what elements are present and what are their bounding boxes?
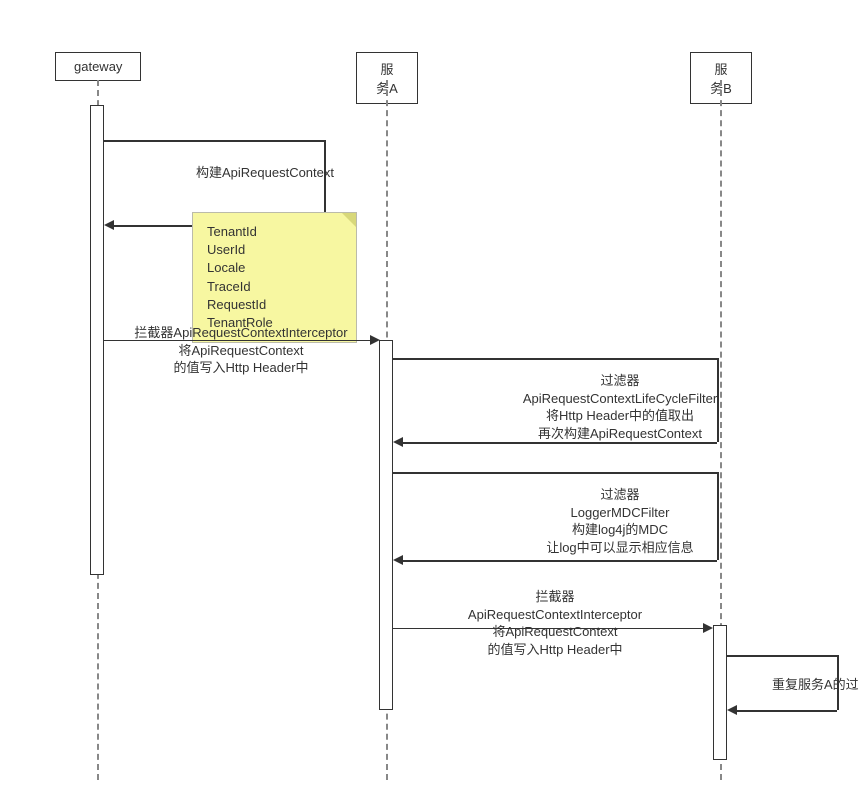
m2-line (104, 340, 370, 341)
sequence-diagram: gateway 服务A 服务B 构建ApiRequestContext Tena… (0, 0, 867, 803)
m1-arrow (104, 220, 114, 230)
m1-seg-top (104, 140, 324, 142)
note-line-3: Locale (207, 259, 342, 277)
participant-gateway-label: gateway (74, 59, 122, 74)
m5-label: 拦截器 ApiRequestContextInterceptor 将ApiReq… (420, 588, 690, 658)
m6-arrow (727, 705, 737, 715)
m6-label: 重复服务A的过 (772, 676, 867, 694)
note-corner-icon (342, 213, 356, 227)
m5-arrow (703, 623, 713, 633)
activation-gateway (90, 105, 104, 575)
m4-seg-top (393, 472, 717, 474)
note-line-1: TenantId (207, 223, 342, 241)
note-line-5: RequestId (207, 296, 342, 314)
m6-seg-bottom (737, 710, 837, 712)
m4-arrow (393, 555, 403, 565)
note-line-4: TraceId (207, 278, 342, 296)
m2-arrow (370, 335, 380, 345)
m3-label: 过滤器 ApiRequestContextLifeCycleFilter 将Ht… (460, 372, 780, 442)
m5-line (393, 628, 703, 629)
activation-service-a (379, 340, 393, 710)
m4-seg-bottom (403, 560, 717, 562)
note-line-2: UserId (207, 241, 342, 259)
m3-arrow (393, 437, 403, 447)
m3-seg-top (393, 358, 717, 360)
m4-label: 过滤器 LoggerMDCFilter 构建log4j的MDC 让log中可以显… (460, 486, 780, 556)
participant-gateway: gateway (55, 52, 141, 81)
activation-service-b (713, 625, 727, 760)
m2-label: 拦截器ApiRequestContextInterceptor 将ApiRequ… (116, 324, 366, 377)
m1-label: 构建ApiRequestContext (160, 164, 370, 182)
m6-seg-top (727, 655, 837, 657)
m3-seg-bottom (403, 442, 717, 444)
